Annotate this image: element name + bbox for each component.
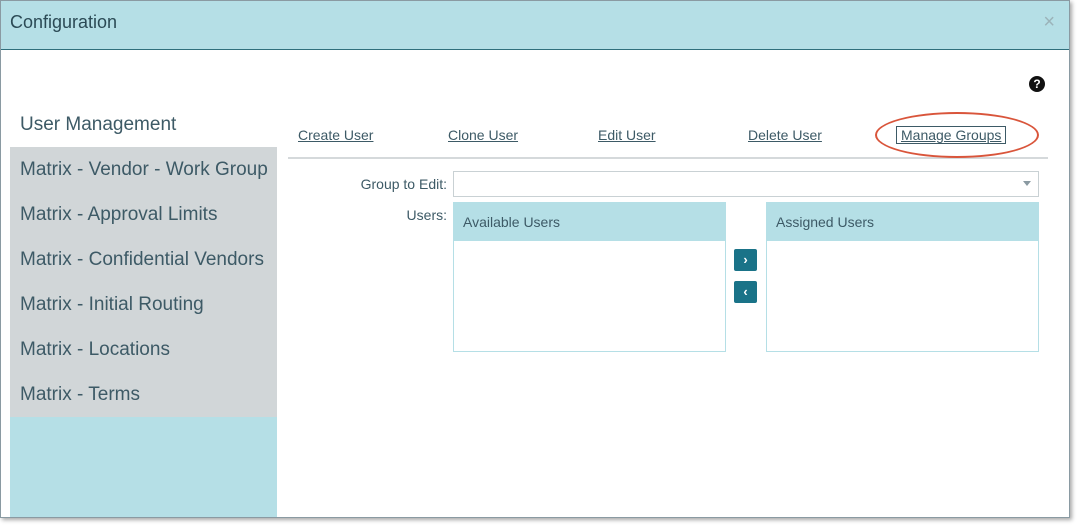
sidebar-item-label: Matrix - Confidential Vendors [20, 249, 264, 270]
sidebar-item-label: Matrix - Locations [20, 339, 170, 360]
chevron-left-icon: ‹ [743, 284, 748, 299]
manage-groups-link[interactable]: Manage Groups [895, 126, 1007, 144]
sidebar-item-label: User Management [20, 114, 177, 135]
sidebar-item-label: Matrix - Terms [20, 384, 140, 405]
available-users-list[interactable]: Available Users [453, 202, 726, 352]
sidebar-item-confidential-vendors[interactable]: Matrix - Confidential Vendors [10, 237, 277, 282]
move-right-button[interactable]: › [734, 249, 757, 271]
group-to-edit-label: Group to Edit: [360, 176, 447, 192]
assigned-users-list[interactable]: Assigned Users [766, 202, 1039, 352]
create-user-link[interactable]: Create User [298, 127, 373, 143]
chevron-down-icon [1023, 181, 1031, 186]
group-to-edit-select[interactable] [453, 171, 1039, 197]
users-label: Users: [406, 207, 447, 223]
configuration-dialog: Configuration × ? User Management Matrix… [0, 0, 1070, 518]
help-icon[interactable]: ? [1029, 76, 1045, 92]
sidebar-item-locations[interactable]: Matrix - Locations [10, 327, 277, 372]
sidebar-item-terms[interactable]: Matrix - Terms [10, 372, 277, 417]
assigned-users-header: Assigned Users [767, 203, 1038, 241]
sidebar-nav: User Management Matrix - Vendor - Work G… [10, 102, 277, 517]
chevron-right-icon: › [743, 252, 748, 267]
sidebar-item-initial-routing[interactable]: Matrix - Initial Routing [10, 282, 277, 327]
clone-user-link[interactable]: Clone User [448, 127, 518, 143]
dialog-title: Configuration [10, 12, 118, 32]
user-actions-bar: Create User Clone User Edit User Delete … [288, 119, 1048, 159]
sidebar-item-label: Matrix - Approval Limits [20, 204, 218, 225]
available-users-header: Available Users [454, 203, 725, 241]
sidebar-item-label: Matrix - Vendor - Work Group [20, 159, 268, 180]
dialog-titlebar: Configuration × [1, 1, 1069, 50]
sidebar-item-label: Matrix - Initial Routing [20, 294, 204, 315]
move-left-button[interactable]: ‹ [734, 281, 757, 303]
close-icon[interactable]: × [1043, 10, 1055, 34]
edit-user-link[interactable]: Edit User [598, 127, 656, 143]
sidebar-item-approval-limits[interactable]: Matrix - Approval Limits [10, 192, 277, 237]
sidebar-item-vendor-work-group[interactable]: Matrix - Vendor - Work Group [10, 147, 277, 192]
delete-user-link[interactable]: Delete User [748, 127, 822, 143]
sidebar-item-user-management[interactable]: User Management [10, 102, 277, 147]
